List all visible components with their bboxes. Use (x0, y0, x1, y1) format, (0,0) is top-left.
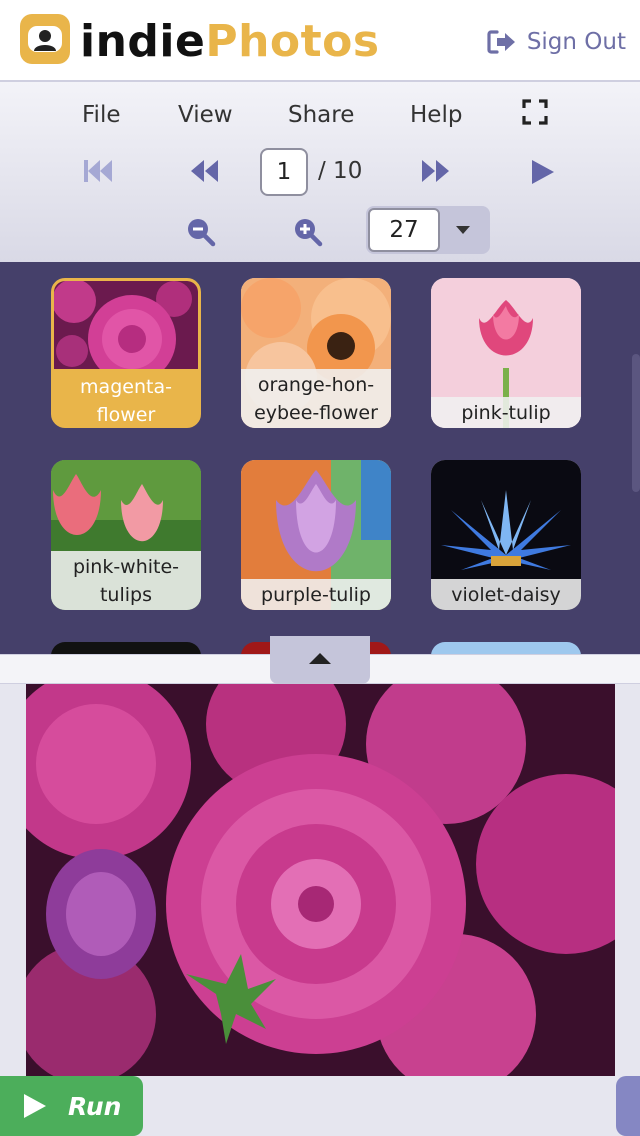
play-icon (24, 1094, 46, 1118)
gallery-scrollbar[interactable] (632, 354, 640, 492)
sign-out-icon (487, 30, 515, 54)
rewind-icon[interactable] (189, 159, 219, 183)
gallery-item-orange-honeybee-flower[interactable]: orange-hon- eybee-flower (241, 278, 391, 428)
fullscreen-icon[interactable] (522, 99, 548, 125)
collapse-gallery-button[interactable] (270, 636, 370, 684)
zoom-out-icon[interactable] (186, 217, 216, 247)
caret-down-icon[interactable] (456, 226, 470, 234)
brand-wordmark: indiePhotos (80, 12, 380, 72)
gallery-item-label: purple-tulip (241, 579, 391, 610)
photo-gallery: magenta- flower orange-hon- eybee-flower… (0, 262, 640, 654)
toolbar: File View Share Help 1 / 10 27 (0, 82, 640, 262)
caret-up-icon (309, 653, 331, 664)
gallery-item-label: pink-white- tulips (51, 551, 201, 610)
sign-out-button[interactable]: Sign Out (487, 24, 626, 60)
gallery-item-label: magenta- flower (54, 371, 198, 425)
user-badge-icon (28, 26, 62, 52)
run-button[interactable]: Run (0, 1076, 143, 1136)
menu-file[interactable]: File (82, 100, 121, 130)
zoom-value[interactable]: 27 (368, 208, 440, 252)
run-label: Run (68, 1091, 122, 1121)
sign-out-label: Sign Out (526, 29, 626, 55)
brand-part-1: indie (80, 16, 206, 67)
gallery-item-purple-tulip[interactable]: purple-tulip (241, 460, 391, 610)
photo-preview (26, 684, 615, 1076)
zoom-select[interactable]: 27 (366, 206, 490, 254)
gallery-item-pink-white-tulips[interactable]: pink-white- tulips (51, 460, 201, 610)
preview-image (26, 684, 615, 1076)
gallery-item-partial[interactable] (51, 642, 201, 654)
logo (20, 14, 70, 64)
play-icon[interactable] (530, 159, 556, 185)
gallery-item-magenta-flower[interactable]: magenta- flower (51, 278, 201, 428)
gallery-item-violet-daisy[interactable]: violet-daisy (431, 460, 581, 610)
gallery-item-label: violet-daisy (431, 579, 581, 610)
menu-help[interactable]: Help (410, 100, 462, 130)
gallery-item-label: orange-hon- eybee-flower (241, 369, 391, 428)
brand-part-2: Photos (205, 16, 380, 67)
menu-share[interactable]: Share (288, 100, 354, 130)
gallery-item-pink-tulip[interactable]: pink-tulip (431, 278, 581, 428)
menu-view[interactable]: View (178, 100, 233, 130)
skip-to-first-icon[interactable] (83, 159, 113, 183)
zoom-in-icon[interactable] (293, 217, 323, 247)
app-header: indiePhotos Sign Out (0, 0, 640, 82)
gallery-item-partial[interactable] (431, 642, 581, 654)
thumbnail-image (54, 281, 198, 369)
page-total: / 10 (318, 158, 363, 184)
gallery-item-label: pink-tulip (431, 397, 581, 428)
fast-forward-icon[interactable] (421, 159, 451, 183)
side-panel-tab[interactable] (616, 1076, 640, 1136)
page-number-input[interactable]: 1 (260, 148, 308, 196)
